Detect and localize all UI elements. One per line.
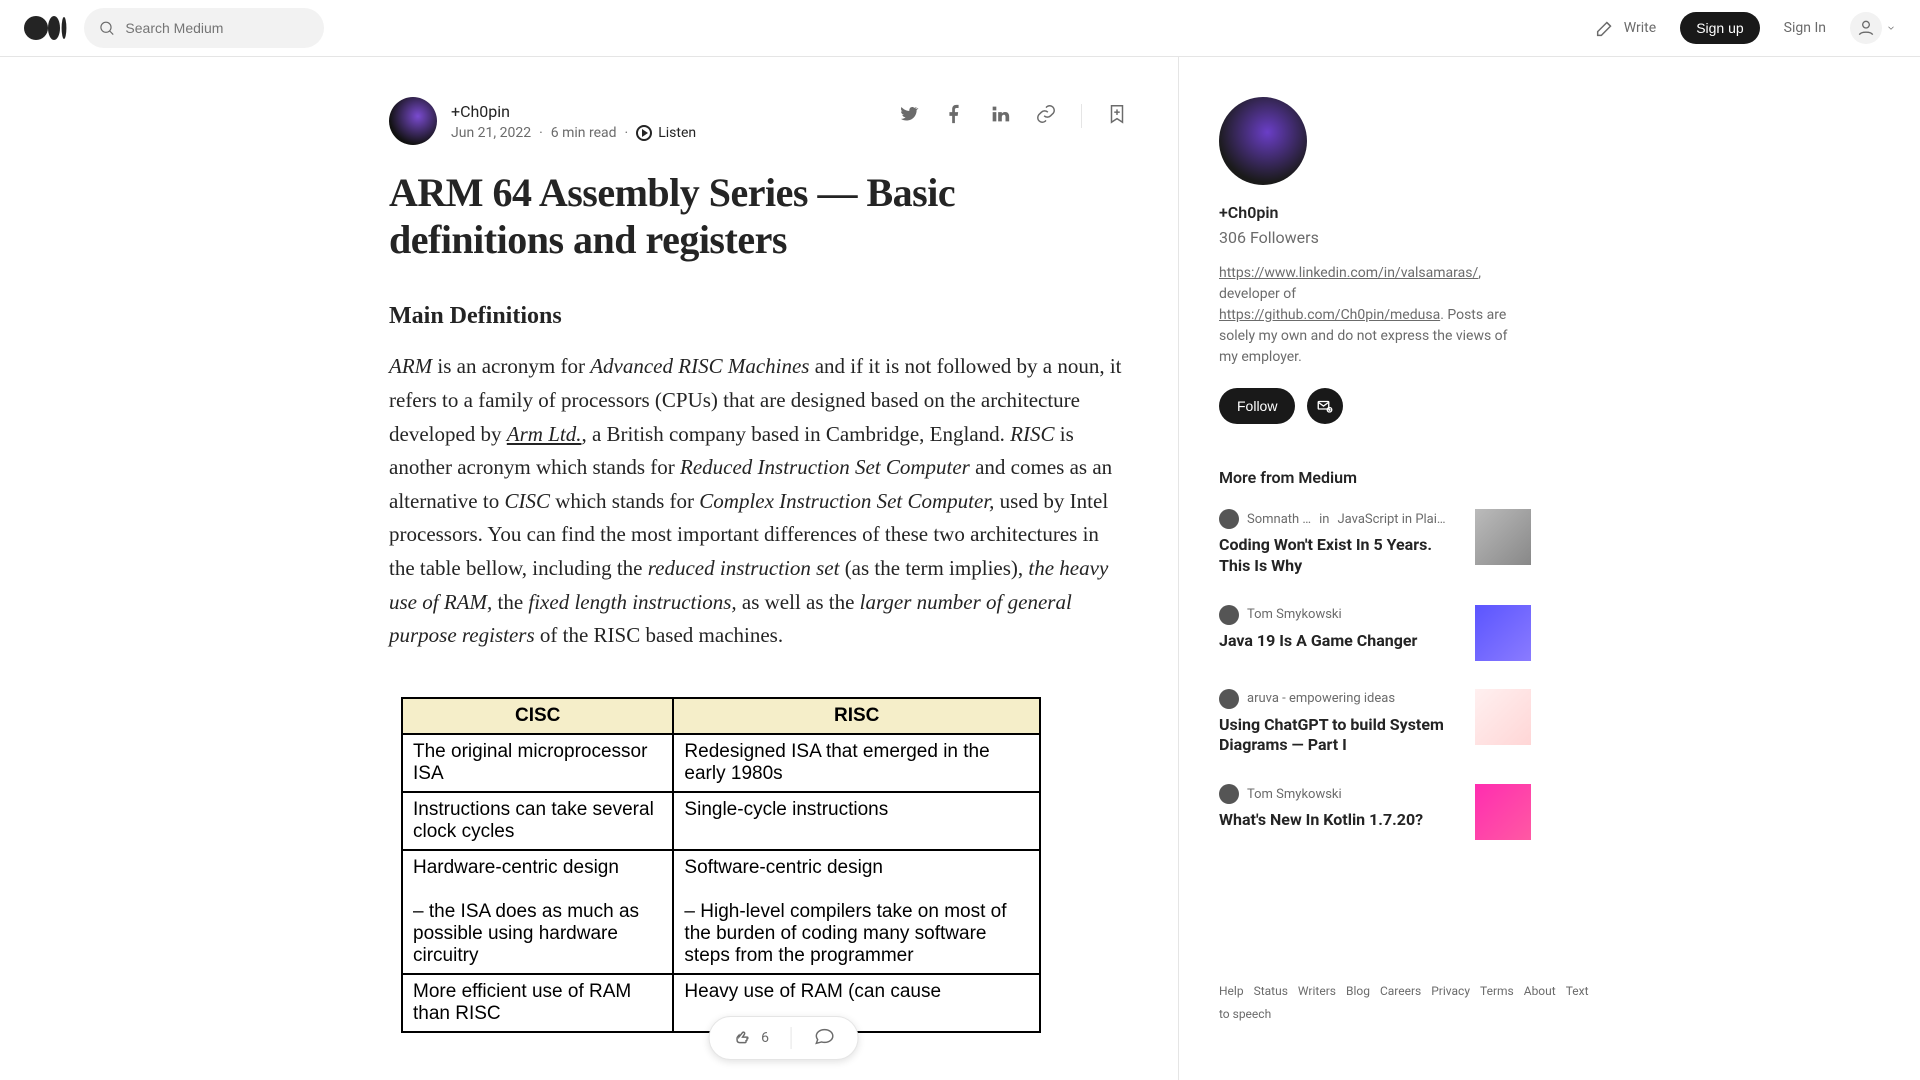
article-paragraph: ARM is an acronym for Advanced RISC Mach… xyxy=(389,350,1128,652)
clap-button[interactable]: 6 xyxy=(731,1027,769,1049)
engagement-bar: 6 xyxy=(708,1016,859,1060)
footer-link[interactable]: Terms xyxy=(1480,984,1514,998)
search-input[interactable] xyxy=(125,20,310,36)
post-title: ARM 64 Assembly Series — Basic definitio… xyxy=(389,169,1128,263)
footer-link[interactable]: Careers xyxy=(1380,984,1421,998)
bio-link-linkedin[interactable]: https://www.linkedin.com/in/valsamaras/ xyxy=(1219,265,1478,281)
footer-link[interactable]: Writers xyxy=(1298,984,1336,998)
signin-link[interactable]: Sign In xyxy=(1784,20,1826,36)
sidebar: +Ch0pin 306 Followers https://www.linked… xyxy=(1179,57,1531,1080)
follow-button[interactable]: Follow xyxy=(1219,388,1295,424)
profile-menu[interactable] xyxy=(1850,12,1896,44)
clap-count: 6 xyxy=(761,1030,769,1046)
subscribe-button[interactable] xyxy=(1307,388,1343,424)
rec-title: Coding Won't Exist In 5 Years. This Is W… xyxy=(1219,535,1459,577)
post-actions xyxy=(897,97,1128,129)
rec-author: Tom Smykowski xyxy=(1247,607,1342,622)
recommendation-item[interactable]: Tom Smykowski What's New In Kotlin 1.7.20… xyxy=(1219,784,1531,840)
table-row: The original microprocessor ISARedesigne… xyxy=(402,734,1040,792)
footer-links: Help Status Writers Blog Careers Privacy Terms… xyxy=(1219,980,1519,1026)
read-time: 6 min read xyxy=(551,125,617,141)
table-row: Hardware-centric design– the ISA does as… xyxy=(402,850,1040,974)
copy-link-icon[interactable] xyxy=(1035,103,1057,129)
share-linkedin-icon[interactable] xyxy=(989,103,1011,129)
rec-author-avatar xyxy=(1219,689,1239,709)
rec-author: aruva - empowering ideas xyxy=(1247,691,1395,706)
rec-thumbnail xyxy=(1475,784,1531,840)
search-icon xyxy=(98,18,115,38)
comparison-table: CISCRISCThe original microprocessor ISAR… xyxy=(389,685,1069,1045)
table-row: Instructions can take several clock cycl… xyxy=(402,792,1040,850)
table-header: CISC xyxy=(402,698,673,734)
write-icon xyxy=(1594,17,1616,39)
comment-icon xyxy=(814,1025,836,1047)
rec-title: Java 19 Is A Game Changer xyxy=(1219,631,1459,652)
rec-publication: JavaScript in Plai… xyxy=(1337,512,1445,527)
bookmark-icon[interactable] xyxy=(1106,103,1128,129)
play-icon xyxy=(636,125,652,141)
more-from-medium-heading: More from Medium xyxy=(1219,468,1531,487)
recommendation-item[interactable]: aruva - empowering ideas Using ChatGPT to… xyxy=(1219,689,1531,757)
share-twitter-icon[interactable] xyxy=(897,103,919,129)
table-header: RISC xyxy=(673,698,1040,734)
chevron-down-icon xyxy=(1886,23,1896,33)
rec-author-avatar xyxy=(1219,784,1239,804)
rec-title: What's New In Kotlin 1.7.20? xyxy=(1219,810,1459,831)
recommendation-item[interactable]: Somnath …inJavaScript in Plai…Coding Won… xyxy=(1219,509,1531,577)
clap-icon xyxy=(731,1027,753,1049)
rec-thumbnail xyxy=(1475,509,1531,565)
rec-title: Using ChatGPT to build System Diagrams —… xyxy=(1219,715,1459,757)
post-date: Jun 21, 2022 xyxy=(451,125,531,141)
header-actions: Write Sign up Sign In xyxy=(1594,12,1896,44)
mail-plus-icon xyxy=(1316,397,1334,415)
article-column: +Ch0pin Jun 21, 2022 · 6 min read · List… xyxy=(389,57,1179,1080)
header: Write Sign up Sign In xyxy=(0,0,1920,57)
footer-link[interactable]: Status xyxy=(1254,984,1288,998)
medium-logo-icon xyxy=(24,15,68,41)
footer-link[interactable]: Help xyxy=(1219,984,1244,998)
rec-thumbnail xyxy=(1475,605,1531,661)
rec-author-avatar xyxy=(1219,509,1239,529)
sidebar-followers: 306 Followers xyxy=(1219,228,1531,247)
rec-author-avatar xyxy=(1219,605,1239,625)
post-header: +Ch0pin Jun 21, 2022 · 6 min read · List… xyxy=(389,97,1128,145)
sidebar-author-name[interactable]: +Ch0pin xyxy=(1219,203,1531,222)
rec-author: Tom Smykowski xyxy=(1247,787,1342,802)
section-heading: Main Definitions xyxy=(389,303,1128,330)
user-avatar-icon xyxy=(1850,12,1882,44)
listen-button[interactable]: Listen xyxy=(636,125,696,141)
author-name[interactable]: +Ch0pin xyxy=(451,102,696,121)
rec-thumbnail xyxy=(1475,689,1531,745)
footer-link[interactable]: Privacy xyxy=(1431,984,1470,998)
rec-author: Somnath … xyxy=(1247,512,1311,527)
write-button[interactable]: Write xyxy=(1594,17,1656,39)
author-avatar[interactable] xyxy=(389,97,437,145)
signup-button[interactable]: Sign up xyxy=(1680,12,1759,44)
logo[interactable] xyxy=(24,15,68,41)
bio-link-github[interactable]: https://github.com/Ch0pin/medusa xyxy=(1219,307,1440,323)
share-facebook-icon[interactable] xyxy=(943,103,965,129)
footer-link[interactable]: Blog xyxy=(1346,984,1370,998)
sidebar-bio: https://www.linkedin.com/in/valsamaras/,… xyxy=(1219,263,1509,368)
write-label: Write xyxy=(1624,20,1656,36)
sidebar-author-avatar[interactable] xyxy=(1219,97,1307,185)
responses-button[interactable] xyxy=(814,1025,836,1051)
recommendation-item[interactable]: Tom Smykowski Java 19 Is A Game Changer xyxy=(1219,605,1531,661)
search-box[interactable] xyxy=(84,8,324,48)
footer-link[interactable]: About xyxy=(1524,984,1556,998)
